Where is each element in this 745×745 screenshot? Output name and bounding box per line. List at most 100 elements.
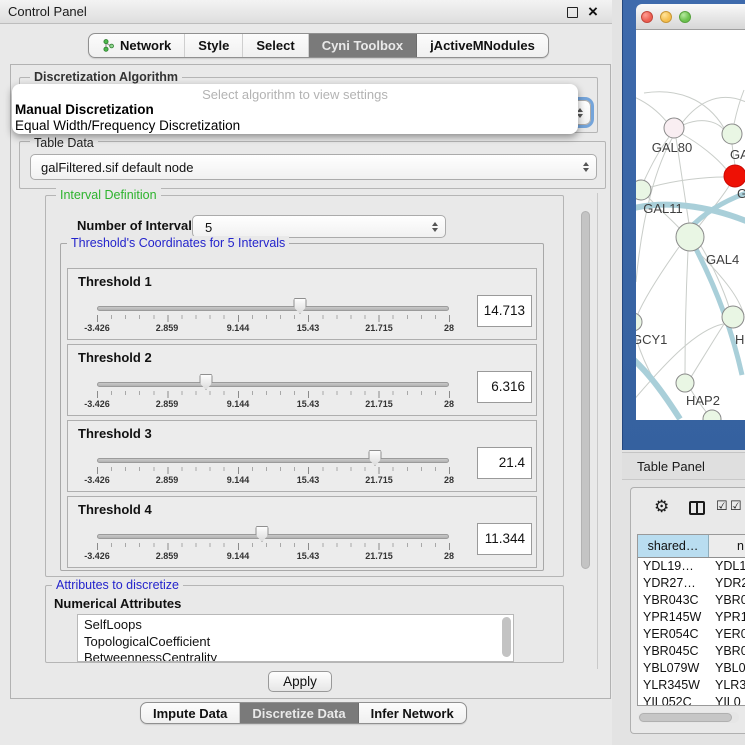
node-gal4[interactable] — [676, 223, 704, 251]
thresholds-legend: Threshold's Coordinates for 5 Intervals — [67, 236, 289, 250]
cell[interactable]: YBR0 — [709, 643, 745, 660]
column-header-shared-name[interactable]: shared… — [638, 535, 709, 557]
table-panel-title: Table Panel — [637, 453, 705, 480]
node-attribute-table[interactable]: shared… n YDL19…YDL1 YDR27…YDR2 YBR043CY… — [637, 534, 745, 706]
tab-style[interactable]: Style — [185, 34, 243, 57]
cell[interactable]: YBL079W — [638, 660, 709, 677]
cell[interactable]: YIL052C — [638, 694, 709, 706]
cell[interactable]: YIL0 — [709, 694, 745, 706]
slider-ticks — [97, 543, 450, 550]
float-window-icon[interactable] — [567, 7, 578, 18]
table-panel-header: Table Panel — [622, 452, 745, 480]
scale-label: -3.426 — [84, 551, 110, 561]
tab-discretize-data[interactable]: Discretize Data — [240, 703, 358, 723]
table-horizontal-scrollbar[interactable] — [638, 712, 739, 723]
threshold-3-slider-thumb[interactable] — [369, 450, 382, 466]
algorithm-dropdown-popup: Select algorithm to view settings Manual… — [12, 84, 578, 134]
tab-select[interactable]: Select — [243, 34, 308, 57]
settings-scrollbar[interactable] — [581, 211, 590, 569]
list-item[interactable]: SelfLoops — [84, 617, 513, 634]
checkbox-icon[interactable]: ☑ — [716, 498, 728, 514]
number-of-intervals-label: Number of Intervals — [77, 218, 199, 233]
tab-network[interactable]: Network — [89, 34, 185, 57]
table-row[interactable]: YDR27…YDR2 — [638, 575, 745, 592]
node-gal11[interactable] — [636, 180, 651, 200]
cell[interactable]: YBL0 — [709, 660, 745, 677]
number-of-intervals-combobox[interactable]: 5 — [192, 215, 446, 238]
node-h[interactable] — [722, 306, 744, 328]
table-row[interactable]: YPR145WYPR1 — [638, 609, 745, 626]
zoom-traffic-light-icon[interactable] — [679, 11, 691, 23]
node-label: HAP2 — [686, 393, 720, 408]
gear-icon[interactable]: ⚙ — [654, 497, 669, 517]
threshold-3-value-field[interactable]: 21.4 — [477, 447, 532, 479]
tab-infer-network[interactable]: Infer Network — [359, 703, 466, 723]
cell[interactable]: YLR3 — [709, 677, 745, 694]
cell[interactable]: YPR145W — [638, 609, 709, 626]
close-icon[interactable]: × — [588, 1, 598, 23]
slider-scale: -3.426 2.859 9.144 15.43 21.715 28 — [68, 551, 538, 563]
threshold-3-slider-track[interactable] — [97, 458, 449, 463]
dropdown-option-equal-width-frequency[interactable]: Equal Width/Frequency Discretization — [12, 118, 578, 134]
algorithm-group-legend: Discretization Algorithm — [30, 70, 182, 84]
dropdown-option-manual-discretization[interactable]: Manual Discretization — [12, 102, 578, 118]
cell[interactable]: YER0 — [709, 626, 745, 643]
cell[interactable]: YDL19… — [638, 558, 709, 575]
list-item[interactable]: BetweennessCentrality — [84, 650, 513, 662]
network-window-titlebar[interactable] — [636, 4, 745, 30]
threshold-1-slider-track[interactable] — [97, 306, 449, 311]
threshold-4-slider-track[interactable] — [97, 534, 449, 539]
table-row[interactable]: YBL079WYBL0 — [638, 660, 745, 677]
cell[interactable]: YBR043C — [638, 592, 709, 609]
threshold-1-slider-thumb[interactable] — [294, 298, 307, 314]
cell[interactable]: YDR27… — [638, 575, 709, 592]
threshold-2-slider-thumb[interactable] — [200, 374, 213, 390]
close-traffic-light-icon[interactable] — [641, 11, 653, 23]
list-scrollbar[interactable] — [502, 617, 511, 657]
cell[interactable]: YER054C — [638, 626, 709, 643]
threshold-2-box: Threshold 2 -3.426 2.859 9.144 15.43 21.… — [67, 344, 537, 416]
cyni-toolbox-panel: Discretization Algorithm Table Data galF… — [10, 64, 611, 699]
table-row[interactable]: YLR345WYLR3 — [638, 677, 745, 694]
cell[interactable]: YBR045C — [638, 643, 709, 660]
scale-label: 15.43 — [297, 323, 320, 333]
numerical-attributes-list[interactable]: SelfLoops TopologicalCoefficient Between… — [77, 614, 514, 662]
node-gal80[interactable] — [664, 118, 684, 138]
table-row[interactable]: YDL19…YDL1 — [638, 558, 745, 575]
checkbox-icon[interactable]: ☑ — [730, 498, 742, 514]
threshold-2-slider-track[interactable] — [97, 382, 449, 387]
tab-network-label: Network — [120, 38, 171, 53]
list-item[interactable]: TopologicalCoefficient — [84, 634, 513, 651]
node-gcy1[interactable] — [636, 313, 642, 331]
node-top-right[interactable] — [722, 124, 742, 144]
threshold-1-value-field[interactable]: 14.713 — [477, 295, 532, 327]
cell[interactable]: YDR2 — [709, 575, 745, 592]
threshold-4-title: Threshold 4 — [78, 502, 152, 517]
cell[interactable]: YBR0 — [709, 592, 745, 609]
threshold-4-slider-thumb[interactable] — [256, 526, 269, 542]
table-data-combobox[interactable]: galFiltered.sif default node — [30, 154, 597, 180]
network-canvas[interactable]: GAL80 GA G GAL11 GAL4 GCY1 H HAP2 — [636, 30, 745, 420]
node-red-selected[interactable] — [724, 165, 745, 187]
cell[interactable]: YDL1 — [709, 558, 745, 575]
scale-label: 28 — [444, 399, 454, 409]
apply-button[interactable]: Apply — [268, 671, 332, 692]
tab-impute-data[interactable]: Impute Data — [141, 703, 240, 723]
tab-jactivemnodules[interactable]: jActiveMNodules — [417, 34, 548, 57]
minimize-traffic-light-icon[interactable] — [660, 11, 672, 23]
table-row[interactable]: YIL052CYIL0 — [638, 694, 745, 706]
node-hap2[interactable] — [676, 374, 694, 392]
table-row[interactable]: YBR043CYBR0 — [638, 592, 745, 609]
network-icon — [102, 39, 115, 52]
cell[interactable]: YPR1 — [709, 609, 745, 626]
column-header-name[interactable]: n — [709, 535, 745, 557]
table-row[interactable]: YER054CYER0 — [638, 626, 745, 643]
tab-cyni-toolbox[interactable]: Cyni Toolbox — [309, 34, 417, 57]
table-row[interactable]: YBR045CYBR0 — [638, 643, 745, 660]
cell[interactable]: YLR345W — [638, 677, 709, 694]
dropdown-placeholder-option[interactable]: Select algorithm to view settings — [12, 88, 578, 102]
threshold-2-value-field[interactable]: 6.316 — [477, 371, 532, 403]
split-columns-icon[interactable] — [689, 501, 705, 515]
scrollbar-thumb[interactable] — [639, 713, 732, 722]
threshold-4-value-field[interactable]: 11.344 — [477, 523, 532, 555]
